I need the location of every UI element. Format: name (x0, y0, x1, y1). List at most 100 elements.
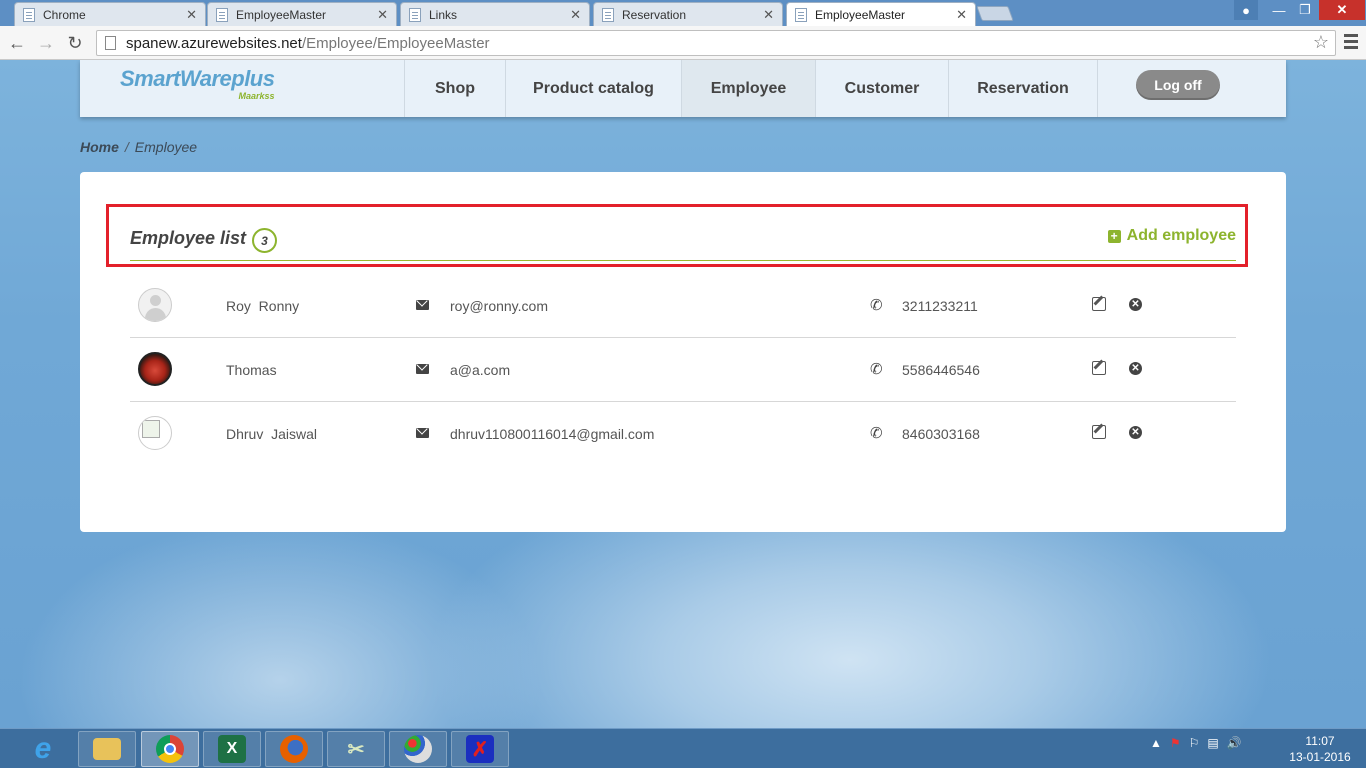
browser-tab[interactable]: Links ✕ (400, 2, 590, 26)
browser-tab-strip: Chrome ✕ EmployeeMaster ✕ Links ✕ Reserv… (0, 0, 1366, 26)
window-close-icon[interactable]: ✕ (1319, 0, 1365, 20)
nav-divider (1097, 60, 1098, 117)
bookmark-star-icon[interactable]: ☆ (1313, 32, 1329, 53)
clock-date: 13-01-2016 (1289, 750, 1351, 764)
action-center-flag-icon[interactable]: ⚐ (1189, 736, 1200, 750)
employee-email: a@a.com (450, 362, 511, 378)
envelope-icon (416, 300, 429, 310)
restore-icon[interactable]: ❐ (1292, 0, 1318, 20)
close-icon[interactable]: ✕ (956, 7, 967, 23)
taskbar-clock[interactable]: 11:07 13-01-2016 (1280, 733, 1360, 765)
table-row: Dhruv Jaiswal dhruv110800116014@gmail.co… (130, 402, 1236, 466)
volume-icon[interactable]: 🔊 (1227, 736, 1242, 750)
employee-email: dhruv110800116014@gmail.com (450, 426, 655, 442)
delete-icon[interactable]: ✕ (1129, 426, 1142, 439)
nav-employee[interactable]: Employee (681, 60, 815, 117)
employee-name: Dhruv Jaiswal (226, 426, 318, 442)
chrome-icon[interactable] (141, 731, 199, 767)
phone-icon: ✆ (870, 425, 883, 442)
phone-icon: ✆ (870, 297, 883, 314)
breadcrumb-current: Employee (134, 139, 198, 155)
new-tab-button[interactable] (976, 6, 1014, 21)
broken-image-avatar (138, 416, 172, 450)
back-arrow-icon[interactable]: ← (6, 32, 28, 54)
nav-reservation[interactable]: Reservation (948, 60, 1097, 117)
logoff-button[interactable]: Log off (1136, 70, 1220, 100)
employee-list-header: Employee list 3 + Add employee (130, 224, 1236, 261)
employee-phone: 3211233211 (902, 298, 978, 314)
minimize-icon[interactable]: — (1266, 0, 1292, 20)
browser-toolbar: ← → ↻ spanew.azurewebsites.net/Employee/… (0, 26, 1366, 60)
add-employee-label: Add employee (1126, 227, 1236, 244)
photo-avatar (138, 352, 172, 386)
page-content: SmartWareplus Maarkss Shop Product catal… (0, 60, 1366, 728)
browser-tab[interactable]: Chrome ✕ (14, 2, 206, 26)
employee-phone: 8460303168 (902, 426, 980, 442)
close-icon[interactable]: ✕ (186, 7, 197, 23)
user-icon[interactable]: ● (1234, 0, 1258, 20)
paint-icon[interactable] (389, 731, 447, 767)
close-icon[interactable]: ✕ (377, 7, 388, 23)
page-icon (23, 7, 35, 22)
internet-explorer-icon[interactable]: e (14, 731, 72, 767)
plus-square-icon: + (1107, 229, 1121, 243)
page-icon (105, 36, 116, 50)
logo-subtext: Maarkss (238, 91, 275, 101)
firefox-icon[interactable] (265, 731, 323, 767)
site-logo[interactable]: SmartWareplus Maarkss (120, 66, 275, 101)
employee-name: Thomas (226, 362, 277, 378)
language-flag-icon[interactable]: ⚑ (1170, 736, 1181, 750)
employee-phone: 5586446546 (902, 362, 980, 378)
page-icon (795, 7, 807, 22)
breadcrumb: Home / Employee (80, 139, 197, 155)
browser-tab[interactable]: EmployeeMaster ✕ (207, 2, 397, 26)
address-bar[interactable]: spanew.azurewebsites.net/Employee/Employ… (96, 30, 1336, 56)
page-icon (216, 7, 228, 22)
delete-icon[interactable]: ✕ (1129, 362, 1142, 375)
envelope-icon (416, 428, 429, 438)
edit-icon[interactable] (1092, 361, 1106, 375)
browser-tab-active[interactable]: EmployeeMaster ✕ (786, 2, 976, 26)
nav-shop[interactable]: Shop (404, 60, 505, 117)
browser-tab[interactable]: Reservation ✕ (593, 2, 783, 26)
tab-title: Chrome (43, 7, 86, 22)
employee-name: Roy Ronny (226, 298, 300, 314)
menu-icon[interactable] (1344, 34, 1358, 52)
tab-title: Reservation (622, 7, 687, 22)
employee-card: Employee list 3 + Add employee Roy Ronny… (80, 172, 1286, 532)
excel-icon[interactable]: X (203, 731, 261, 767)
employee-list: Roy Ronny roy@ronny.com ✆ 3211233211 ✕ T… (130, 274, 1236, 466)
count-badge: 3 (252, 228, 277, 253)
table-row: Roy Ronny roy@ronny.com ✆ 3211233211 ✕ (130, 274, 1236, 338)
file-explorer-icon[interactable] (78, 731, 136, 767)
logo-text: SmartWareplus (120, 66, 275, 91)
page-title: Employee list (130, 228, 247, 248)
edit-icon[interactable] (1092, 425, 1106, 439)
nav-product-catalog[interactable]: Product catalog (505, 60, 681, 117)
delete-icon[interactable]: ✕ (1129, 298, 1142, 311)
phone-icon: ✆ (870, 361, 883, 378)
main-nav: Shop Product catalog Employee Customer R… (404, 60, 1098, 117)
tab-title: EmployeeMaster (236, 7, 327, 22)
page-icon (602, 7, 614, 22)
edit-icon[interactable] (1092, 297, 1106, 311)
reload-icon[interactable]: ↻ (64, 32, 86, 54)
default-avatar (138, 288, 172, 322)
tab-title: Links (429, 7, 458, 22)
close-icon[interactable]: ✕ (763, 7, 774, 23)
add-employee-button[interactable]: + Add employee (1107, 227, 1236, 245)
system-tray: ▲ ⚑ ⚐ ▤ 🔊 (1150, 736, 1242, 750)
clock-time: 11:07 (1305, 734, 1335, 748)
chevron-up-icon[interactable]: ▲ (1150, 736, 1162, 750)
snipping-tool-icon[interactable]: ✂ (327, 731, 385, 767)
network-icon[interactable]: ▤ (1207, 736, 1218, 750)
table-row: Thomas a@a.com ✆ 5586446546 ✕ (130, 338, 1236, 402)
breadcrumb-home[interactable]: Home (80, 139, 119, 155)
page-icon (409, 7, 421, 22)
forward-arrow-icon[interactable]: → (35, 32, 57, 54)
site-header: SmartWareplus Maarkss Shop Product catal… (80, 60, 1286, 117)
tab-title: EmployeeMaster (815, 7, 906, 22)
close-icon[interactable]: ✕ (570, 7, 581, 23)
app-icon[interactable]: ✗ (451, 731, 509, 767)
nav-customer[interactable]: Customer (815, 60, 948, 117)
